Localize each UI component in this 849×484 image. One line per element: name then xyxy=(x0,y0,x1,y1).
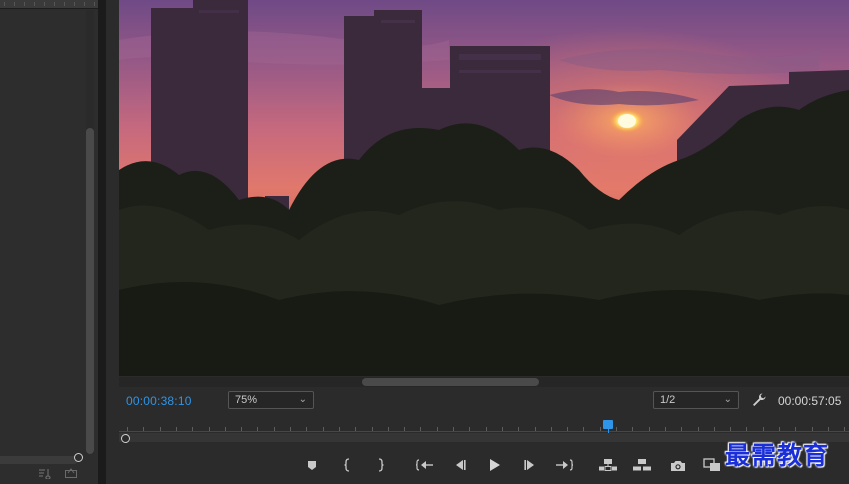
ruler-tick xyxy=(306,427,307,431)
ruler-tick xyxy=(274,427,275,431)
ruler-tick xyxy=(795,427,796,431)
ruler-tick xyxy=(241,427,242,431)
go-to-in-icon[interactable] xyxy=(414,456,436,474)
chevron-down-icon: ⌄ xyxy=(723,394,732,405)
mark-out-icon[interactable] xyxy=(369,456,391,474)
ruler-tick xyxy=(469,427,470,431)
lift-icon[interactable] xyxy=(597,456,619,474)
ruler-tick xyxy=(746,427,747,431)
zoom-level-value: 75% xyxy=(235,394,258,406)
marker-icon[interactable] xyxy=(301,456,323,474)
ruler-tick xyxy=(339,427,340,431)
playhead-marker[interactable] xyxy=(603,420,613,429)
ruler-tick xyxy=(388,427,389,431)
ruler-tick xyxy=(779,427,780,431)
compare-icon[interactable] xyxy=(701,456,723,474)
playhead-timecode[interactable]: 00:00:38:10 xyxy=(126,394,192,408)
ruler-tick xyxy=(486,427,487,431)
ruler-tick xyxy=(763,427,764,431)
ruler-tick xyxy=(143,427,144,431)
ruler-tick xyxy=(600,427,601,431)
ruler-tick xyxy=(844,427,845,431)
ruler-tick xyxy=(176,427,177,431)
ruler-tick xyxy=(404,427,405,431)
panel-gutter xyxy=(106,0,119,484)
ruler-tick xyxy=(355,427,356,431)
playhead-line xyxy=(608,429,609,433)
ruler-tick xyxy=(160,427,161,431)
camera-icon[interactable] xyxy=(667,456,689,474)
ruler-tick xyxy=(209,427,210,431)
ruler-tick xyxy=(828,427,829,431)
automate-to-sequence-icon[interactable] xyxy=(38,467,52,480)
ruler-tick xyxy=(502,427,503,431)
extract-icon[interactable] xyxy=(631,456,653,474)
ruler-tick xyxy=(551,427,552,431)
ruler-tick xyxy=(649,427,650,431)
mark-in-icon[interactable] xyxy=(337,456,359,474)
ruler-tick xyxy=(225,427,226,431)
ruler-tick xyxy=(290,427,291,431)
ruler-tick xyxy=(437,427,438,431)
panel-header xyxy=(0,0,98,9)
playback-resolution-dropdown[interactable]: 1/2 ⌄ xyxy=(653,391,739,409)
ruler-tick xyxy=(567,427,568,431)
ruler-tick xyxy=(372,427,373,431)
ruler-tick xyxy=(323,427,324,431)
play-icon[interactable] xyxy=(483,456,505,474)
zoom-level-dropdown[interactable]: 75% ⌄ xyxy=(228,391,314,409)
chevron-down-icon: ⌄ xyxy=(298,394,307,405)
ruler-tick xyxy=(714,427,715,431)
ruler-tick xyxy=(518,427,519,431)
ruler-tick xyxy=(257,427,258,431)
ruler-tick xyxy=(812,427,813,431)
duration-timecode: 00:00:57:05 xyxy=(778,394,842,408)
step-back-icon[interactable] xyxy=(449,456,471,474)
panel-divider[interactable] xyxy=(98,0,106,484)
zoom-scroll-handle[interactable] xyxy=(121,434,130,443)
go-to-out-icon[interactable] xyxy=(553,456,575,474)
ruler-tick xyxy=(453,427,454,431)
ruler-tick xyxy=(665,427,666,431)
ruler-baseline xyxy=(119,431,849,432)
ruler-tick xyxy=(192,427,193,431)
project-panel xyxy=(0,0,98,484)
monitor-scrollbar-thumb[interactable] xyxy=(362,378,539,386)
ruler-tick xyxy=(127,427,128,431)
ruler-tick xyxy=(420,427,421,431)
ruler-tick xyxy=(535,427,536,431)
ruler-tick xyxy=(681,427,682,431)
vertical-scrollbar-thumb[interactable] xyxy=(86,128,94,454)
playback-resolution-value: 1/2 xyxy=(660,394,676,406)
ruler-tick xyxy=(632,427,633,431)
step-forward-icon[interactable] xyxy=(519,456,541,474)
wrench-icon[interactable] xyxy=(751,392,769,408)
thumbnail-size-slider-handle[interactable] xyxy=(74,453,83,462)
watermark-logo: 最需教育 xyxy=(725,441,830,470)
ruler-tick xyxy=(730,427,731,431)
new-bin-icon[interactable] xyxy=(64,467,78,479)
ruler-tick xyxy=(698,427,699,431)
ruler-tick xyxy=(616,427,617,431)
thumbnail-size-slider[interactable] xyxy=(0,456,78,464)
program-monitor-frame xyxy=(119,0,849,376)
ruler-tick xyxy=(583,427,584,431)
